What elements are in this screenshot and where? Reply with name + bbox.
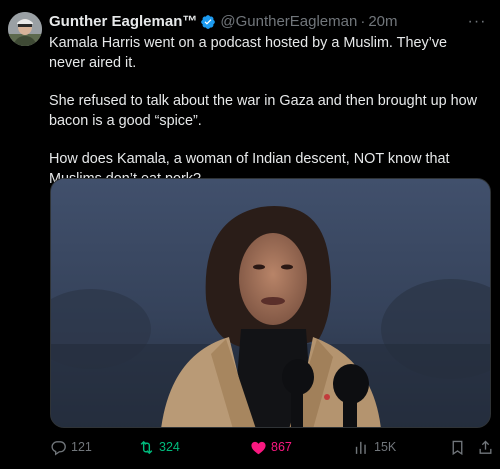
- tweet-header: Gunther Eagleman™ @GuntherEagleman · 20m: [49, 12, 460, 32]
- tweet-photo[interactable]: [50, 178, 491, 428]
- author-name[interactable]: Gunther Eagleman™: [49, 12, 197, 32]
- retweet-icon: [140, 440, 153, 454]
- like-button[interactable]: 867: [250, 436, 292, 458]
- reply-icon: [51, 440, 66, 455]
- separator-dot: ·: [360, 13, 366, 30]
- reply-count: 121: [71, 440, 92, 454]
- share-icon: [479, 440, 492, 454]
- heart-icon: [251, 441, 266, 454]
- more-dots-icon: ···: [467, 13, 487, 30]
- share-button[interactable]: [477, 436, 498, 458]
- photo-image: [51, 179, 490, 427]
- more-options-button[interactable]: ···: [466, 12, 488, 32]
- tweet-text: Kamala Harris went on a podcast hosted b…: [49, 34, 487, 189]
- retweet-count: 324: [159, 440, 180, 454]
- avatar[interactable]: [8, 12, 42, 46]
- views-button[interactable]: 15K: [353, 436, 396, 458]
- tweet-paragraph: Kamala Harris went on a podcast hosted b…: [49, 35, 448, 71]
- reply-button[interactable]: 121: [50, 436, 92, 458]
- action-bar: 121 324 867 15K: [50, 436, 492, 458]
- author-handle[interactable]: @GuntherEagleman: [220, 12, 357, 32]
- retweet-button[interactable]: 324: [138, 436, 180, 458]
- views-bar-chart-icon: [355, 441, 366, 454]
- like-count: 867: [271, 440, 292, 454]
- tweet[interactable]: Gunther Eagleman™ @GuntherEagleman · 20m…: [0, 0, 500, 469]
- view-count: 15K: [374, 440, 397, 454]
- verified-badge-icon[interactable]: [200, 14, 216, 30]
- bookmark-button[interactable]: [449, 436, 470, 458]
- timestamp[interactable]: 20m: [368, 12, 397, 32]
- tweet-paragraph: She refused to talk about the war in Gaz…: [49, 93, 478, 129]
- bookmark-icon: [452, 440, 463, 455]
